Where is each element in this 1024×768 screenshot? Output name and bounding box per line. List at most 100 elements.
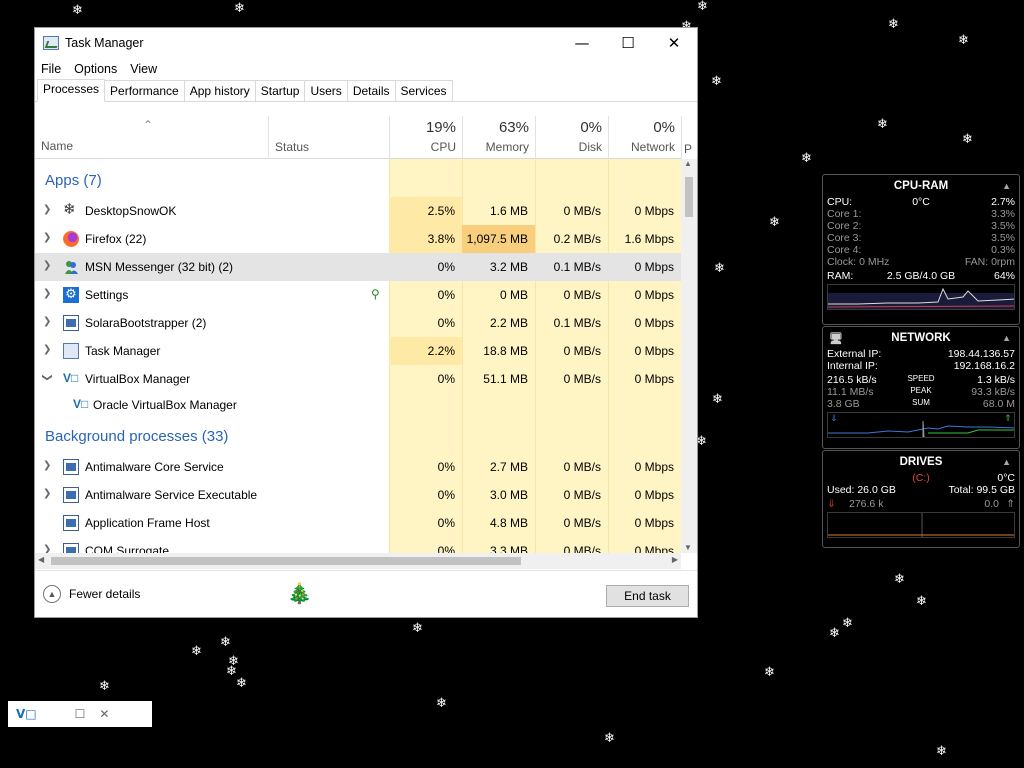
scroll-thumb[interactable] <box>685 177 693 217</box>
tab-performance[interactable]: Performance <box>104 80 185 101</box>
table-row[interactable]: ❯ Antimalware Core Service 0% 2.7 MB 0 M… <box>35 453 681 481</box>
tab-startup[interactable]: Startup <box>254 80 306 101</box>
chevron-up-icon: ▲ <box>43 585 61 603</box>
expand-icon[interactable]: ❯ <box>43 232 51 243</box>
snowflake-icon: ❄ <box>877 117 888 132</box>
maximize-button[interactable]: ☐ <box>75 707 86 721</box>
column-memory-header[interactable]: 63% Memory <box>462 116 535 159</box>
window-icon <box>63 543 79 553</box>
expand-icon[interactable]: ❯ <box>43 316 51 327</box>
table-row[interactable]: ❯ V□ VirtualBox Manager 0% 51.1 MB 0 MB/… <box>35 365 681 393</box>
snowflake-icon: ❄ <box>697 0 708 14</box>
snowflake-icon: ❄ <box>958 33 969 48</box>
ram-percent: 64% <box>993 270 1015 282</box>
tab-app-history[interactable]: App history <box>183 80 256 101</box>
menu-file[interactable]: File <box>41 62 61 76</box>
suspended-leaf-icon: ⚲ <box>371 287 380 301</box>
maximize-button[interactable]: ☐ <box>605 28 651 58</box>
table-row[interactable]: ❯ ⚙ Settings ⚲ 0% 0 MB 0 MB/s 0 Mbps <box>35 281 681 309</box>
process-name: Application Frame Host <box>85 516 210 530</box>
memory-value: 2.7 MB <box>489 460 528 474</box>
menu-view[interactable]: View <box>130 62 157 76</box>
core-line: Core 3: 3.5% <box>823 232 1019 244</box>
table-row[interactable]: ❯ Firefox (22) 3.8% 1,097.5 MB 0.2 MB/s … <box>35 225 681 253</box>
cpu-temp: 0°C <box>912 196 930 208</box>
scroll-left-icon[interactable]: ◀ <box>38 555 44 564</box>
table-row[interactable]: ❯ Antimalware Service Executable 0% 3.0 … <box>35 481 681 509</box>
tab-users[interactable]: Users <box>304 80 348 101</box>
tab-services[interactable]: Services <box>394 80 453 101</box>
memory-total: 63% <box>498 119 529 136</box>
column-header-row: ⌃ Name Status 19% CPU 63% Memory 0% Disk… <box>35 116 697 159</box>
process-name: VirtualBox Manager <box>85 372 191 386</box>
snowflake-icon: ❄ <box>712 392 723 407</box>
sum-line: 3.8 GB SUM 68.0 M <box>823 398 1019 410</box>
scroll-down-icon[interactable]: ▼ <box>684 543 692 552</box>
taskmanager-icon <box>63 343 79 359</box>
column-disk: Disk <box>578 140 602 154</box>
table-row-selected[interactable]: ❯ MSN Messenger (32 bit) (2) 0% 3.2 MB 0… <box>35 253 681 281</box>
expand-icon[interactable]: ❯ <box>43 344 51 355</box>
table-row[interactable]: Application Frame Host 0% 4.8 MB 0 MB/s … <box>35 509 681 537</box>
fewer-details-button[interactable]: ▲ Fewer details <box>43 585 140 603</box>
menu-options[interactable]: Options <box>74 62 117 76</box>
collapse-icon[interactable]: ❯ <box>42 373 53 381</box>
drive-total: Total: 99.5 GB <box>948 484 1015 496</box>
upload-peak: 93.3 kB/s <box>971 386 1015 398</box>
vertical-scrollbar[interactable]: ▲ ▼ <box>681 159 697 553</box>
end-task-button[interactable]: End task <box>606 585 689 607</box>
table-row[interactable]: ❯ Task Manager 2.2% 18.8 MB 0 MB/s 0 Mbp… <box>35 337 681 365</box>
speed-line: 216.5 kB/s SPEED 1.3 kB/s <box>823 374 1019 386</box>
tab-processes[interactable]: Processes <box>37 79 106 102</box>
drive-graph <box>827 512 1015 538</box>
column-cpu-header[interactable]: 19% CPU <box>389 116 462 159</box>
disk-value: 0.1 MB/s <box>553 260 601 274</box>
table-row[interactable]: ❯ SolaraBootstrapper (2) 0% 2.2 MB 0.1 M… <box>35 309 681 337</box>
expand-icon[interactable]: ❯ <box>43 260 51 271</box>
close-button[interactable]: ✕ <box>651 28 697 58</box>
scroll-up-icon[interactable]: ▲ <box>684 159 692 168</box>
column-network-header[interactable]: 0% Network <box>608 116 681 159</box>
window-title: Task Manager <box>65 36 144 50</box>
expand-icon[interactable]: ❯ <box>43 288 51 299</box>
column-status-header[interactable]: Status <box>268 116 389 159</box>
network-total: 0% <box>653 119 675 136</box>
window-icon <box>63 315 79 331</box>
expand-icon[interactable]: ❯ <box>43 204 51 215</box>
tab-details[interactable]: Details <box>346 80 396 101</box>
expand-icon[interactable]: ❯ <box>43 488 51 499</box>
disk-value: 0 MB/s <box>563 516 601 530</box>
clock-line: Clock: 0 MHz FAN: 0rpm <box>823 256 1019 268</box>
network-value: 0 Mbps <box>634 260 674 274</box>
column-power-header[interactable]: P <box>681 116 697 159</box>
snowflake-icon: ❄ <box>916 594 927 609</box>
disk-value: 0 MB/s <box>563 488 601 502</box>
minimize-button[interactable]: — <box>559 28 605 58</box>
core-label: Core 1: <box>827 208 862 220</box>
scroll-thumb[interactable] <box>51 557 521 565</box>
horizontal-scrollbar[interactable]: ◀ ▶ <box>35 553 681 569</box>
scroll-right-icon[interactable]: ▶ <box>672 555 678 564</box>
collapse-icon[interactable]: ▲ <box>1002 457 1011 467</box>
expand-icon[interactable]: ❯ <box>43 460 51 471</box>
table-row[interactable]: ❯ COM Surrogate 0% 3.3 MB 0 MB/s 0 Mbps <box>35 537 681 553</box>
column-network: Network <box>630 140 675 154</box>
disk-value: 0 MB/s <box>563 344 601 358</box>
gadget-title: 🖥 NETWORK ▲ <box>823 327 1019 348</box>
column-name[interactable]: Name <box>41 139 73 153</box>
column-disk-header[interactable]: 0% Disk <box>535 116 608 159</box>
expand-icon[interactable]: ❯ <box>43 544 51 553</box>
ram-value: 2.5 GB/4.0 GB <box>886 270 956 282</box>
collapse-icon[interactable]: ▲ <box>1002 181 1011 191</box>
table-row[interactable]: ❯ ❄ DesktopSnowOK 2.5% 1.6 MB 0 MB/s 0 M… <box>35 197 681 225</box>
memory-value: 1.6 MB <box>489 204 528 218</box>
table-row-child[interactable]: V□ Oracle VirtualBox Manager <box>35 391 681 419</box>
tab-strip: Processes Performance App history Startu… <box>35 79 697 102</box>
drive-usage-line: Used: 26.0 GB Total: 99.5 GB <box>823 484 1019 496</box>
collapse-icon[interactable]: ▲ <box>1002 333 1011 343</box>
disk-value: 0 MB/s <box>563 288 601 302</box>
close-button[interactable]: ✕ <box>99 707 109 721</box>
title-bar[interactable]: Task Manager — ☐ ✕ <box>35 28 697 58</box>
minimized-window[interactable]: V□ ☐ ✕ <box>8 701 152 727</box>
snowflake-icon: ❄ <box>436 696 447 711</box>
